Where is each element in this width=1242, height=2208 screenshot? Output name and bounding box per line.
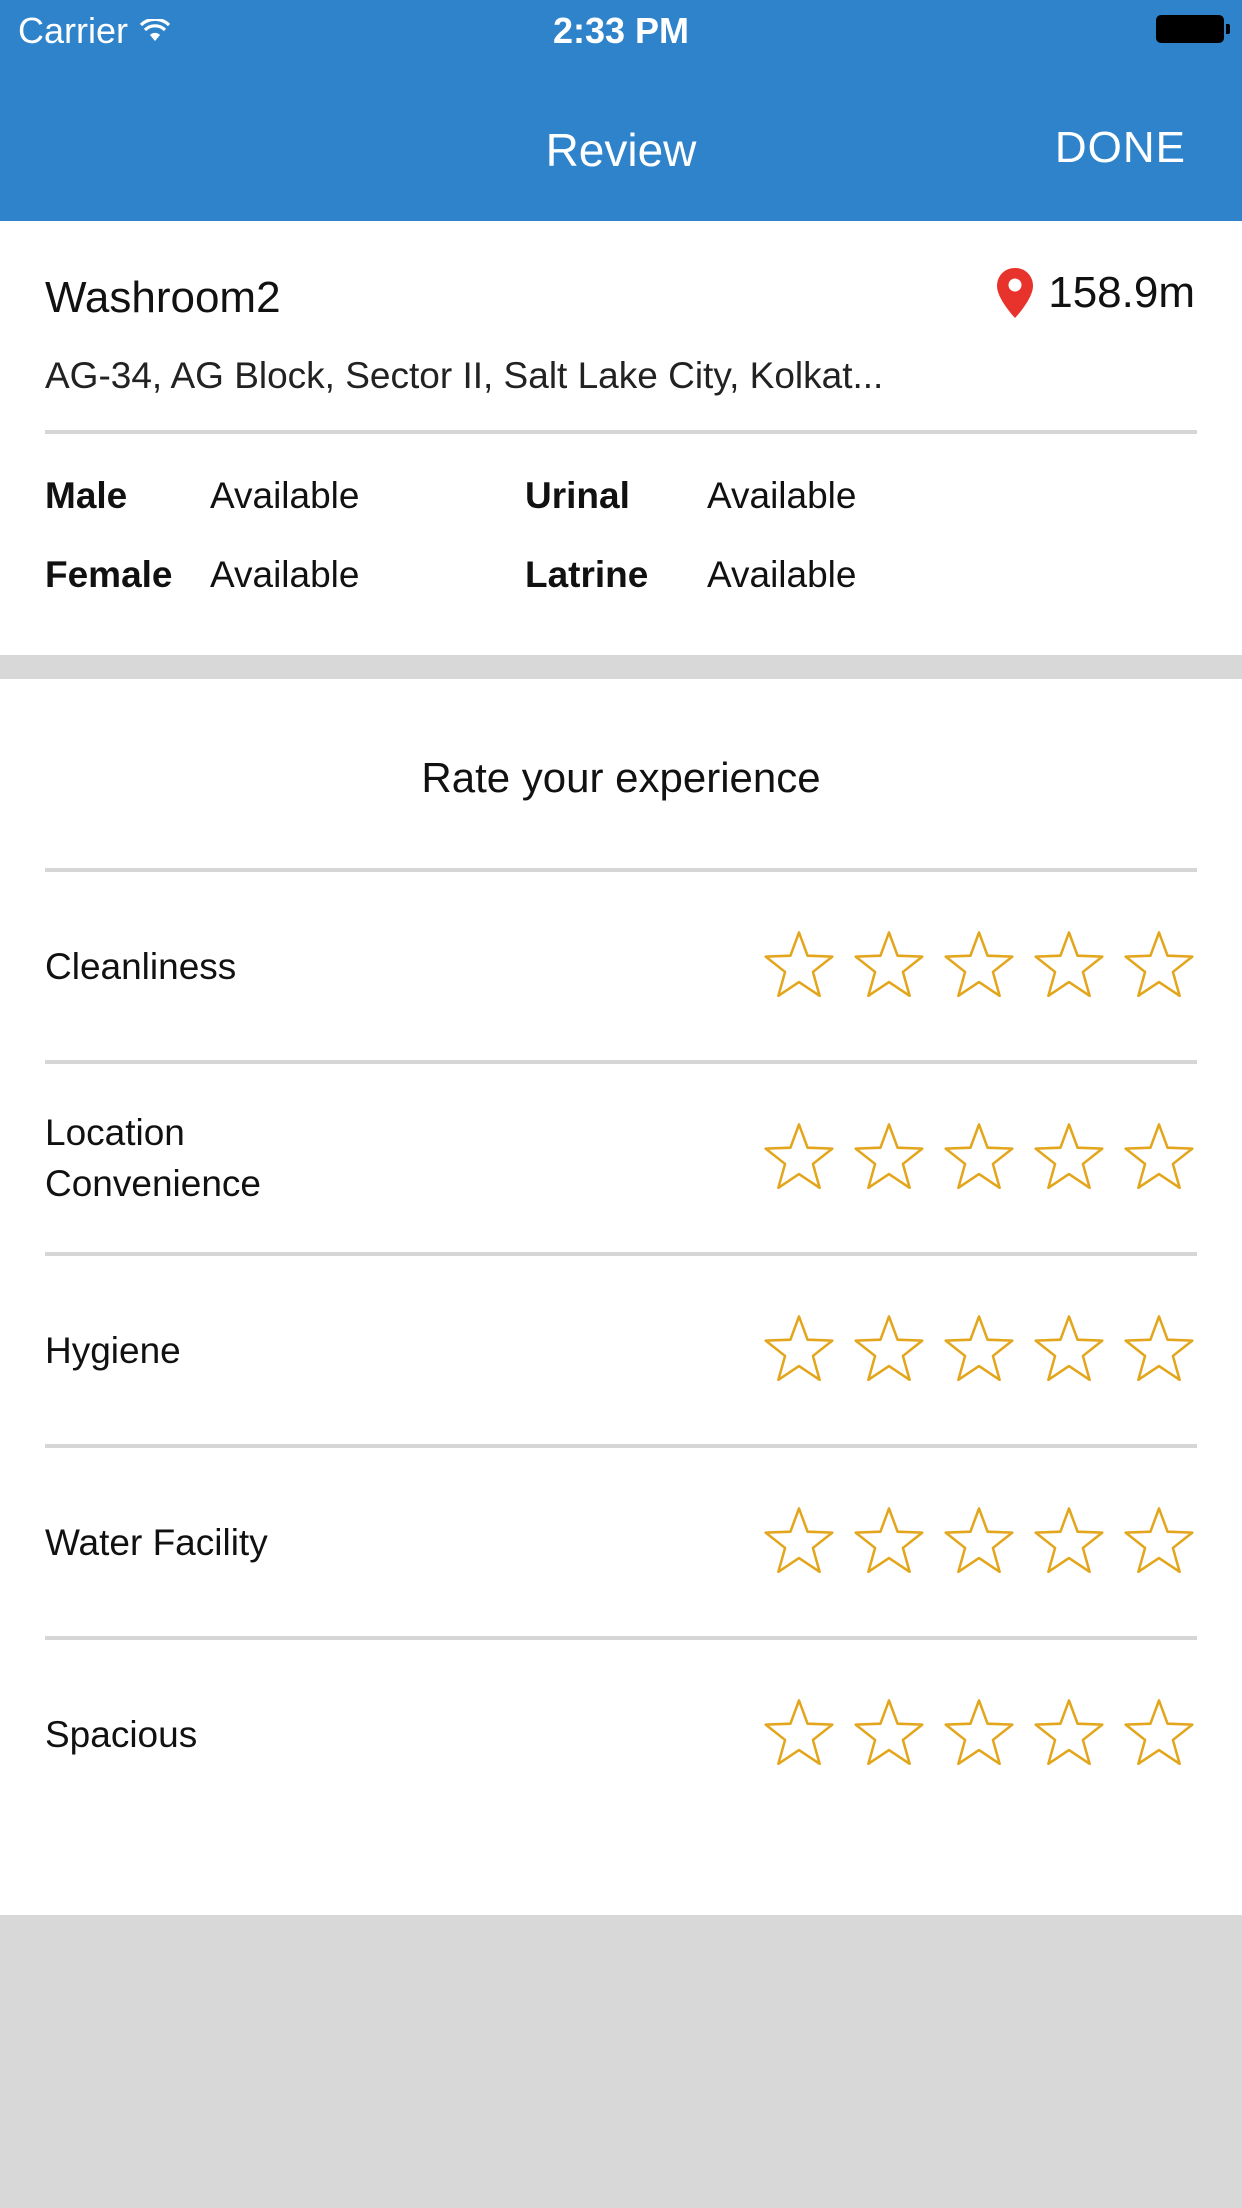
rating-title: Rate your experience <box>421 754 821 801</box>
star-icon[interactable] <box>851 1313 927 1387</box>
star-icon[interactable] <box>1031 1505 1107 1579</box>
star-icon[interactable] <box>1121 929 1197 1003</box>
star-icon[interactable] <box>851 1505 927 1579</box>
star-icon[interactable] <box>1121 1313 1197 1387</box>
star-icon[interactable] <box>941 929 1017 1003</box>
star-icon[interactable] <box>1121 1121 1197 1195</box>
rating-label-water-facility: Water Facility <box>45 1521 268 1563</box>
rating-row-location-convenience: Location Convenience <box>45 1064 1197 1256</box>
star-rating-spacious <box>747 1640 1197 1828</box>
rating-row-cleanliness: Cleanliness <box>45 872 1197 1064</box>
star-icon[interactable] <box>1121 1697 1197 1771</box>
washroom-address: AG-34, AG Block, Sector II, Salt Lake Ci… <box>45 355 884 396</box>
divider <box>45 430 1197 434</box>
star-icon[interactable] <box>851 1121 927 1195</box>
rating-row-spacious: Spacious <box>45 1640 1197 1828</box>
star-icon[interactable] <box>851 1697 927 1771</box>
star-icon[interactable] <box>761 1697 837 1771</box>
rating-label-location-convenience: Location Convenience <box>45 1112 261 1204</box>
facility-label-latrine: Latrine <box>525 554 649 595</box>
status-time: 2:33 PM <box>552 10 690 51</box>
battery-icon <box>1156 15 1230 43</box>
facility-value-latrine: Available <box>707 554 857 595</box>
facility-label-female: Female <box>45 554 173 595</box>
facility-value-male: Available <box>210 475 360 516</box>
star-icon[interactable] <box>761 929 837 1003</box>
star-icon[interactable] <box>941 1313 1017 1387</box>
rating-row-water-facility: Water Facility <box>45 1448 1197 1640</box>
rating-row-hygiene: Hygiene <box>45 1256 1197 1448</box>
star-icon[interactable] <box>851 929 927 1003</box>
star-icon[interactable] <box>1031 929 1107 1003</box>
star-icon[interactable] <box>941 1505 1017 1579</box>
star-icon[interactable] <box>1121 1505 1197 1579</box>
star-icon[interactable] <box>1031 1121 1107 1195</box>
rating-card: Rate your experience Cleanliness Locatio… <box>0 679 1242 1915</box>
star-icon[interactable] <box>941 1121 1017 1195</box>
star-rating-hygiene <box>747 1256 1197 1444</box>
star-icon[interactable] <box>941 1697 1017 1771</box>
distance-indicator: 158.9m <box>996 267 1195 319</box>
facility-label-male: Male <box>45 475 128 516</box>
washroom-name: Washroom2 <box>45 273 281 322</box>
rating-label-cleanliness: Cleanliness <box>45 945 237 987</box>
star-rating-cleanliness <box>747 872 1197 1060</box>
facility-label-urinal: Urinal <box>525 475 630 516</box>
rating-label-hygiene: Hygiene <box>45 1329 181 1371</box>
facility-value-female: Available <box>210 554 360 595</box>
washroom-info-card: Washroom2 158.9m AG-34, AG Block, Sector… <box>0 221 1242 655</box>
star-rating-location-convenience <box>747 1064 1197 1252</box>
section-gap <box>0 655 1242 679</box>
status-bar: Carrier 2:33 PM <box>0 0 1242 62</box>
nav-bar: Carrier 2:33 PM Review DONE <box>0 0 1242 221</box>
distance-value: 158.9m <box>1048 268 1195 317</box>
location-pin-icon <box>997 268 1034 318</box>
star-rating-water-facility <box>747 1448 1197 1636</box>
star-icon[interactable] <box>761 1313 837 1387</box>
facility-value-urinal: Available <box>707 475 857 516</box>
rating-label-spacious: Spacious <box>45 1713 198 1755</box>
star-icon[interactable] <box>1031 1313 1107 1387</box>
star-icon[interactable] <box>1031 1697 1107 1771</box>
star-icon[interactable] <box>761 1121 837 1195</box>
star-icon[interactable] <box>761 1505 837 1579</box>
done-button[interactable]: DONE <box>1055 123 1186 173</box>
